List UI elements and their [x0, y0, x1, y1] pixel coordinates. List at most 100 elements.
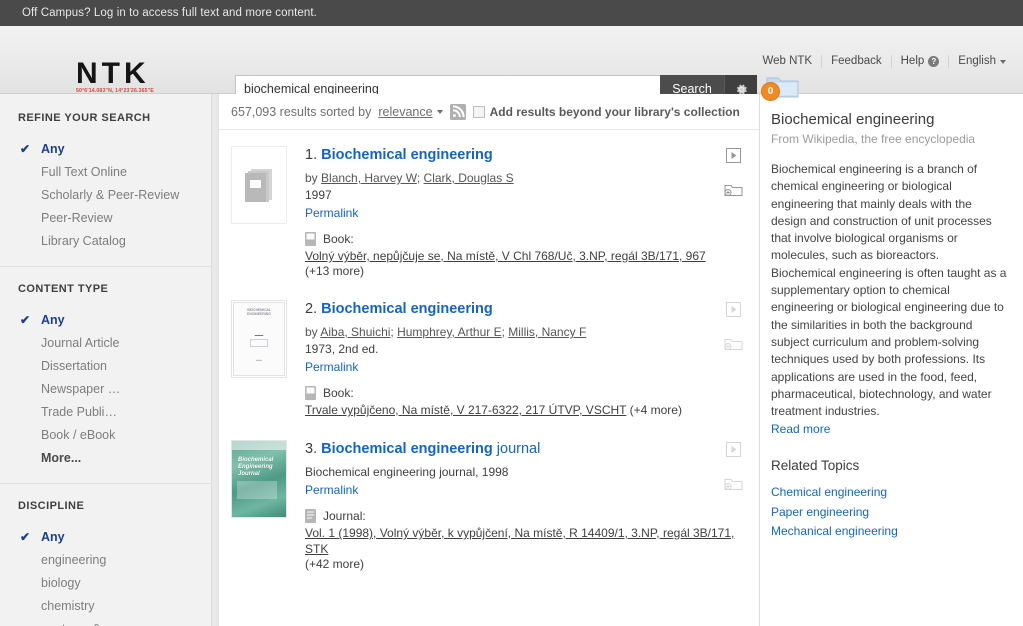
book-icon: [305, 232, 316, 246]
chevron-down-icon: [436, 109, 443, 114]
related-topic-paper-engineering[interactable]: Paper engineering: [771, 503, 1007, 523]
save-to-folder-icon[interactable]: [724, 336, 743, 356]
result-location-link[interactable]: Trvale vypůjčeno, Na místě, V 217-6322, …: [305, 403, 626, 417]
facet-label: Journal Article: [41, 335, 120, 350]
result-more-holdings[interactable]: (+13 more): [305, 264, 745, 278]
save-folder-glyph: [724, 339, 743, 350]
related-topic-mechanical-engineering[interactable]: Mechanical engineering: [771, 522, 1007, 542]
nav-language[interactable]: English: [948, 55, 1015, 68]
byline-prefix: by: [305, 171, 318, 185]
rss-icon[interactable]: [449, 103, 466, 120]
facet-content-type-journal-article[interactable]: Journal Article: [0, 331, 211, 354]
author-sep: ;: [416, 171, 421, 185]
nav-web-ntk[interactable]: Web NTK: [753, 55, 821, 68]
result-author-link[interactable]: Blanch, Harvey W: [321, 171, 417, 185]
result-thumbnail[interactable]: Biochemical Engineering Journal: [231, 440, 287, 518]
preview-icon[interactable]: [726, 148, 741, 168]
off-campus-message: Off Campus? Log in to access full text a…: [22, 7, 317, 19]
facet-divider: [0, 266, 211, 267]
result-title-link[interactable]: Biochemical engineering: [321, 147, 493, 163]
book-cover-image: BIOCHEMICAL ENGINEERING ▬▬▬ ━━━━: [233, 302, 285, 376]
facet-content-type-newspaper[interactable]: Newspaper …: [0, 377, 211, 400]
result-location: Vol. 1 (1998), Volný výběr, k vypůjčení,…: [305, 525, 745, 557]
result-more-holdings[interactable]: (+42 more): [305, 557, 745, 571]
cover-title-text: Biochemical Engineering Journal: [238, 457, 274, 477]
result-permalink-link[interactable]: Permalink: [305, 204, 358, 222]
result-thumbnail-placeholder: [231, 146, 287, 224]
save-folder-glyph: [724, 479, 743, 490]
preview-icon[interactable]: [726, 302, 741, 322]
result-number: 1.: [305, 147, 318, 163]
wiki-summary-text: Biochemical engineering is a branch of c…: [771, 162, 1007, 419]
add-results-beyond-toggle[interactable]: Add results beyond your library's collec…: [472, 104, 740, 119]
facet-refine-library-catalog[interactable]: Library Catalog: [0, 229, 211, 252]
related-topics-title: Related Topics: [771, 458, 860, 474]
facet-content-type-more[interactable]: More...: [0, 446, 211, 469]
nav-help[interactable]: Help ?: [890, 55, 949, 68]
result-content: 3. Biochemical engineering journal Bioch…: [293, 440, 745, 571]
result-item-1[interactable]: 1. Biochemical engineering by Blanch, Ha…: [219, 130, 759, 284]
facet-label: engineering: [41, 552, 107, 567]
preview-icon[interactable]: [726, 442, 741, 462]
facet-content-type-any[interactable]: ✔ Any: [0, 308, 211, 331]
result-author-link[interactable]: Aiba, Shuichi: [320, 325, 390, 339]
facet-discipline-biology[interactable]: biology: [0, 571, 211, 594]
facet-content-type-book-ebook[interactable]: Book / eBook: [0, 423, 211, 446]
result-thumbnail-cell: BIOCHEMICAL ENGINEERING ▬▬▬ ━━━━: [231, 300, 293, 418]
preview-glyph: [726, 442, 741, 457]
facet-refine-peer-review[interactable]: Peer-Review: [0, 206, 211, 229]
result-actions: [724, 148, 743, 202]
sort-by-dropdown[interactable]: relevance: [378, 105, 432, 119]
facet-discipline-chemistry[interactable]: chemistry: [0, 594, 211, 617]
journal-icon: [305, 509, 316, 523]
facet-title-content-type: CONTENT TYPE: [18, 283, 109, 295]
facet-title-discipline: DISCIPLINE: [18, 500, 85, 512]
chevron-down-icon: [1000, 59, 1006, 64]
nav-feedback[interactable]: Feedback: [821, 55, 891, 68]
nav-feedback-label: Feedback: [831, 55, 882, 67]
result-author-link[interactable]: Clark, Douglas S: [424, 171, 514, 185]
results-toolbar: 657,093 results sorted by relevance Add …: [219, 94, 759, 130]
check-icon: ✔: [20, 530, 31, 544]
result-item-3[interactable]: Biochemical Engineering Journal 3. Bioch…: [219, 424, 759, 577]
facet-discipline-any[interactable]: ✔ Any: [0, 525, 211, 548]
result-permalink-link[interactable]: Permalink: [305, 481, 358, 499]
saved-items-basket[interactable]: 0: [762, 73, 801, 101]
result-year: 1997: [305, 188, 332, 202]
facet-label: Dissertation: [41, 358, 107, 373]
result-author-link[interactable]: Millis, Nancy F: [508, 325, 586, 339]
facet-content-type-trade-publication[interactable]: Trade Publi…: [0, 400, 211, 423]
results-count-text: 657,093 results sorted by: [231, 104, 372, 119]
facet-discipline-anatomy[interactable]: anatomy & …: [0, 617, 211, 626]
facet-refine-any[interactable]: ✔ Any: [0, 137, 211, 160]
result-permalink-link[interactable]: Permalink: [305, 358, 358, 376]
result-item-2[interactable]: BIOCHEMICAL ENGINEERING ▬▬▬ ━━━━ 2. Bioc…: [219, 284, 759, 424]
result-title-link[interactable]: Biochemical engineering: [321, 441, 493, 457]
save-to-folder-icon[interactable]: [724, 182, 743, 202]
result-author-link[interactable]: Humphrey, Arthur E: [397, 325, 501, 339]
facet-label: More...: [41, 450, 82, 465]
result-format-line: Journal:: [305, 509, 745, 523]
result-location-link[interactable]: Volný výběr, nepůjčuje se, Na místě, V C…: [305, 249, 706, 263]
result-holding: Journal: Vol. 1 (1998), Volný výběr, k v…: [305, 509, 745, 571]
site-header: NTK 50°6'14.083"N, 14°23'26.365"E Národn…: [0, 26, 1023, 109]
result-thumbnail[interactable]: BIOCHEMICAL ENGINEERING ▬▬▬ ━━━━: [231, 300, 287, 378]
save-to-folder-icon[interactable]: [724, 476, 743, 496]
facet-refine-scholarly-peer-review[interactable]: Scholarly & Peer-Review: [0, 183, 211, 206]
add-results-beyond-label: Add results beyond your library's collec…: [489, 104, 740, 119]
facet-discipline-engineering[interactable]: engineering: [0, 548, 211, 571]
facet-label: biology: [41, 575, 81, 590]
wiki-read-more-link[interactable]: Read more: [771, 422, 830, 436]
results-column: 657,093 results sorted by relevance Add …: [218, 94, 760, 626]
facet-refine-full-text-online[interactable]: Full Text Online: [0, 160, 211, 183]
facet-group-discipline: DISCIPLINE ✔ Any engineering biology che…: [0, 500, 211, 626]
result-title-link[interactable]: Biochemical engineering: [321, 301, 493, 317]
cover-title-text: BIOCHEMICAL ENGINEERING: [247, 308, 271, 317]
result-more-holdings[interactable]: (+4 more): [630, 403, 682, 417]
facet-label: Any: [41, 529, 65, 544]
result-location-link[interactable]: Vol. 1 (1998), Volný výběr, k vypůjčení,…: [305, 526, 734, 556]
result-title-suffix: journal: [492, 441, 541, 457]
facet-content-type-dissertation[interactable]: Dissertation: [0, 354, 211, 377]
related-topic-chemical-engineering[interactable]: Chemical engineering: [771, 483, 1007, 503]
add-results-beyond-checkbox[interactable]: [472, 105, 485, 118]
